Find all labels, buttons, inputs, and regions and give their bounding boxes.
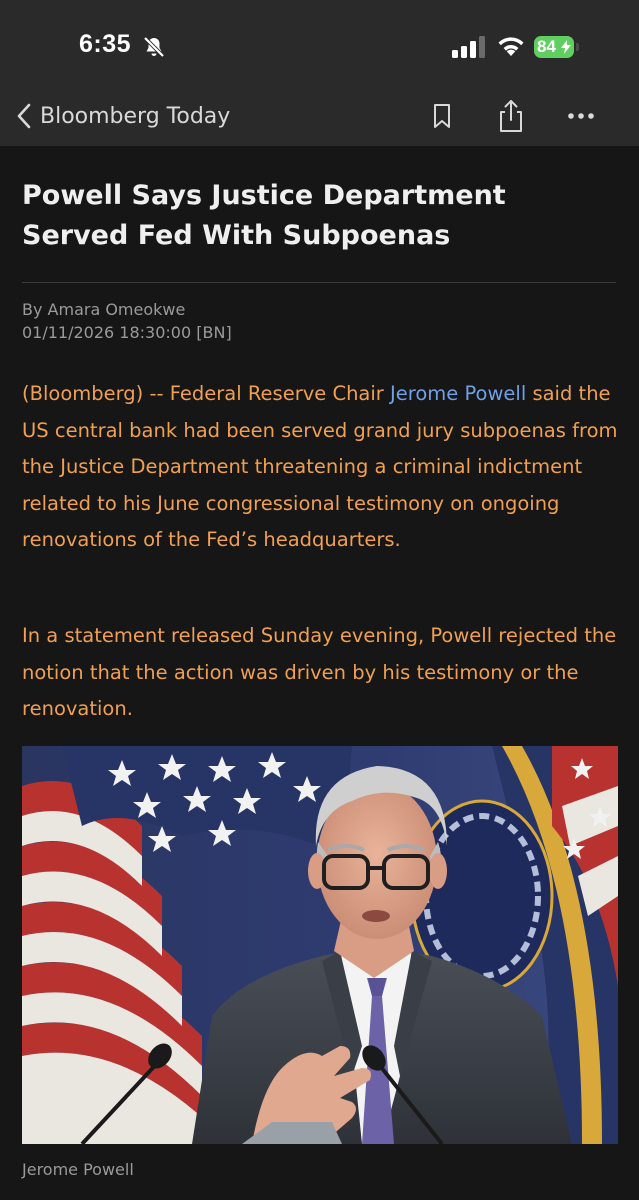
back-button[interactable]: Bloomberg Today	[14, 98, 230, 134]
bookmark-icon[interactable]	[422, 98, 462, 134]
divider	[22, 282, 616, 283]
cellular-signal-icon	[452, 36, 485, 58]
article-timestamp: 01/11/2026 18:30:00 [BN]	[22, 323, 232, 342]
share-icon[interactable]	[491, 98, 531, 134]
more-icon[interactable]	[561, 98, 601, 134]
charging-bolt-icon	[561, 40, 571, 54]
person-link-jerome-powell[interactable]: Jerome Powell	[390, 382, 526, 405]
battery-body: 84	[534, 36, 574, 58]
chevron-left-icon	[17, 103, 31, 129]
article-headline: Powell Says Justice Department Served Fe…	[22, 180, 506, 251]
battery-level: 84	[537, 37, 556, 56]
status-time: 6:35	[79, 30, 132, 58]
photo-caption: Jerome Powell	[22, 1160, 134, 1179]
back-label: Bloomberg Today	[40, 103, 231, 129]
article-photo[interactable]	[22, 746, 618, 1144]
nav-bar: Bloomberg Today	[0, 88, 639, 146]
bell-slash-icon	[143, 36, 165, 58]
wifi-icon	[498, 37, 524, 56]
paragraph-1-prefix: (Bloomberg) -- Federal Reserve Chair	[22, 382, 391, 405]
article-paragraph-1: (Bloomberg) -- Federal Reserve Chair Jer…	[22, 376, 618, 559]
article-paragraph-2: In a statement released Sunday evening, …	[22, 624, 617, 720]
paragraph-1-suffix: said the US central bank had been served…	[22, 382, 618, 551]
battery-icon: 84	[534, 36, 579, 58]
article-byline: By Amara Omeokwe	[22, 300, 186, 319]
battery-tip	[576, 43, 579, 51]
status-bar: 6:35 84	[0, 0, 639, 88]
